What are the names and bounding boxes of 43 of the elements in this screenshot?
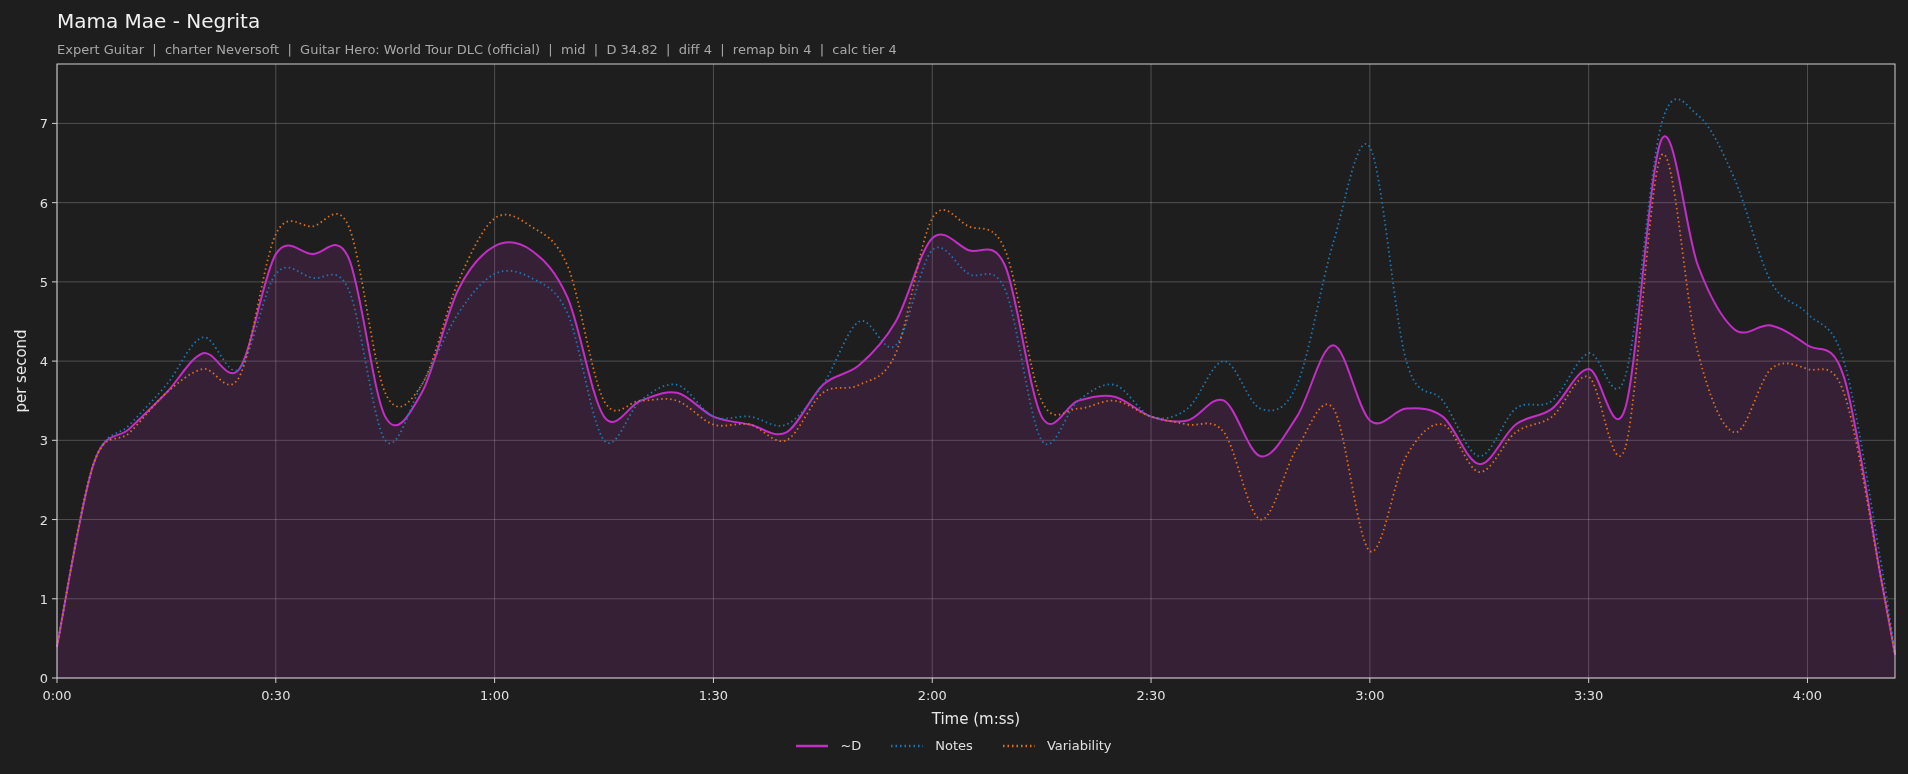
x-tick-label: 3:00 [1355,688,1385,703]
x-tick [275,677,277,684]
legend-swatch-icon [1002,743,1035,748]
y-tick [51,360,58,362]
y-tick [51,202,58,204]
x-tick-label: 0:30 [261,688,291,703]
y-tick-label: 4 [39,354,48,370]
x-tick-label: 1:30 [698,688,729,703]
x-tick-label: 3:30 [1574,688,1604,703]
y-tick [51,281,58,283]
y-tick-label: 1 [39,591,48,607]
chart-title: Mama Mae - Negrita [57,8,261,35]
x-tick [494,677,496,684]
x-tick-label: 1:00 [480,688,510,703]
x-tick [931,677,933,684]
legend-label: Notes [935,737,973,755]
x-axis-title: Time (m:ss) [931,710,1021,728]
y-tick [51,439,58,441]
x-tick-label: 4:00 [1792,688,1823,703]
y-tick [51,598,58,600]
legend-label: Variability [1046,737,1112,755]
y-tick-label: 3 [39,433,48,449]
x-tick [1150,677,1152,684]
x-tick [712,677,714,684]
y-tick [51,677,58,679]
legend-label: ~D [840,737,862,755]
x-tick [1369,677,1371,684]
x-tick-label: 2:00 [917,688,947,703]
y-tick [51,519,58,521]
y-axis-title: per second [12,329,30,413]
y-tick-label: 2 [39,512,48,528]
x-tick [1588,677,1590,684]
legend-swatch-icon [796,743,829,748]
y-tick-label: 0 [39,671,48,686]
y-tick-label: 7 [39,116,48,132]
x-tick [56,677,58,684]
x-tick [1807,677,1808,684]
y-tick [51,122,58,124]
y-tick-label: 5 [39,274,48,290]
chart-subtitle: Expert Guitar | charter Neversoft | Guitar Hero: World Tour DLC (official) | mid | D 34.82 | diff 4 | remap bin 4 | calc tier 4 [57,41,897,59]
x-tick-label: 2:30 [1136,688,1166,703]
y-tick-label: 6 [39,195,48,211]
x-tick-label: 0:00 [42,688,72,703]
